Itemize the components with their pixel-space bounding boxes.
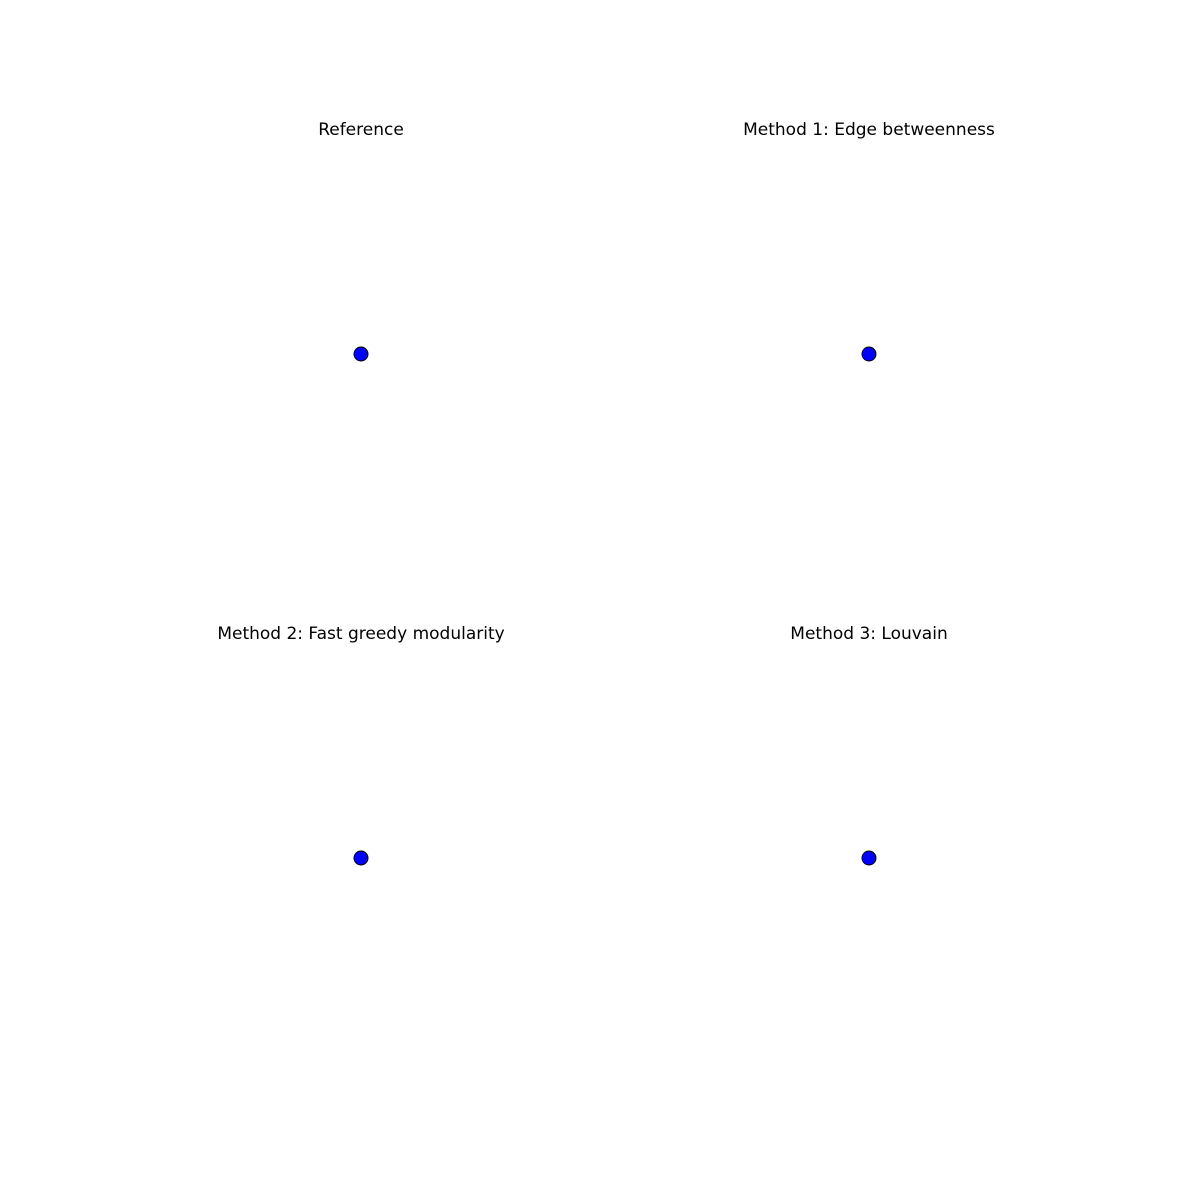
graph-node xyxy=(861,850,877,866)
panel-title: Method 3: Louvain xyxy=(790,624,948,644)
graph-node xyxy=(861,346,877,362)
network-graph xyxy=(861,850,877,866)
network-canvas xyxy=(619,658,1119,1098)
panel-title: Method 2: Fast greedy modularity xyxy=(217,624,505,644)
network-canvas xyxy=(111,658,611,1098)
network-canvas xyxy=(111,154,611,594)
network-graph xyxy=(861,346,877,362)
panel-title: Reference xyxy=(318,120,404,140)
panel-fast-greedy-modularity: Method 2: Fast greedy modularity xyxy=(111,618,611,1098)
network-canvas xyxy=(619,154,1119,594)
graph-node xyxy=(353,850,369,866)
graph-node xyxy=(353,346,369,362)
panel-edge-betweenness: Method 1: Edge betweenness xyxy=(619,114,1119,594)
network-graph xyxy=(353,346,369,362)
panel-reference: Reference xyxy=(111,114,611,594)
panel-title: Method 1: Edge betweenness xyxy=(743,120,995,140)
panel-louvain: Method 3: Louvain xyxy=(619,618,1119,1098)
network-graph xyxy=(353,850,369,866)
